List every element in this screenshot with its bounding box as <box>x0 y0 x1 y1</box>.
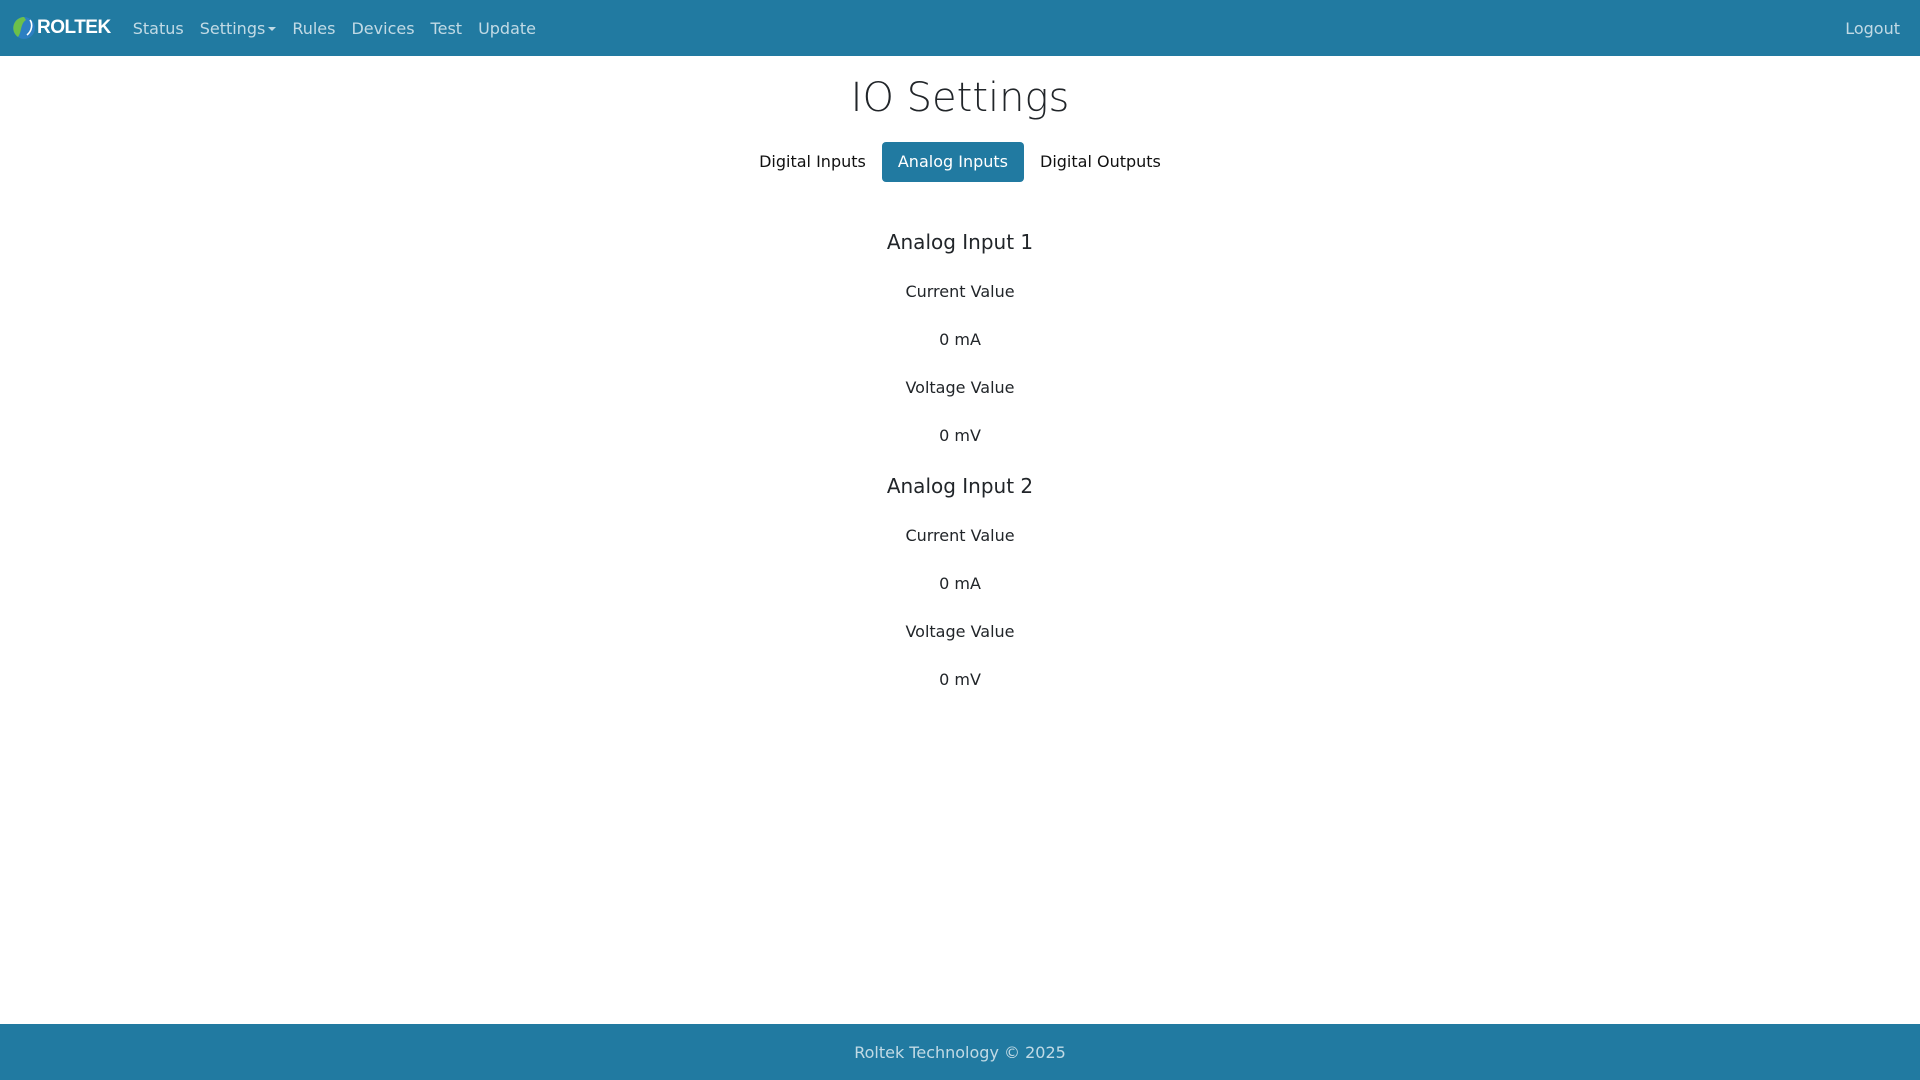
nav-settings-dropdown[interactable]: Settings <box>192 11 285 46</box>
analog-input-1-section: Analog Input 1 Current Value 0 mA Voltag… <box>0 230 1920 448</box>
logout-link[interactable]: Logout <box>1837 11 1908 46</box>
top-navbar: ROLTEK Status Settings Rules Devices Tes… <box>0 0 1920 56</box>
voltage-value: 0 mV <box>939 426 981 445</box>
roltek-logo-icon <box>13 17 35 39</box>
nav-devices[interactable]: Devices <box>343 11 422 46</box>
main-content: IO Settings Digital Inputs Analog Inputs… <box>0 56 1920 692</box>
current-value: 0 mA <box>939 330 981 349</box>
tab-digital-inputs[interactable]: Digital Inputs <box>743 142 882 182</box>
brand-name: ROLTEK <box>37 17 111 38</box>
voltage-value: 0 mV <box>939 670 981 689</box>
nav-update[interactable]: Update <box>470 11 544 46</box>
tab-analog-inputs[interactable]: Analog Inputs <box>881 142 1024 182</box>
footer-copyright: Roltek Technology © 2025 <box>854 1042 1066 1062</box>
page-footer: Roltek Technology © 2025 <box>0 1024 1920 1080</box>
current-value-label: Current Value <box>905 526 1015 545</box>
brand-link[interactable]: ROLTEK <box>12 16 111 40</box>
voltage-value-label: Voltage Value <box>905 378 1015 397</box>
nav-status[interactable]: Status <box>125 11 192 46</box>
voltage-value-label: Voltage Value <box>905 622 1015 641</box>
analog-input-title: Analog Input 1 <box>886 230 1034 254</box>
chevron-down-icon <box>268 27 277 31</box>
tab-digital-outputs[interactable]: Digital Outputs <box>1024 142 1177 182</box>
nav-settings-label: Settings <box>199 18 266 38</box>
current-value: 0 mA <box>939 574 981 593</box>
nav-rules[interactable]: Rules <box>284 11 343 46</box>
nav-links: Status Settings Rules Devices Test Updat… <box>125 11 544 46</box>
analog-input-title: Analog Input 2 <box>886 474 1034 498</box>
current-value-label: Current Value <box>905 282 1015 301</box>
nav-test[interactable]: Test <box>423 11 471 46</box>
analog-input-2-section: Analog Input 2 Current Value 0 mA Voltag… <box>0 474 1920 692</box>
io-tabs: Digital Inputs Analog Inputs Digital Out… <box>0 142 1920 182</box>
page-title: IO Settings <box>850 75 1070 121</box>
